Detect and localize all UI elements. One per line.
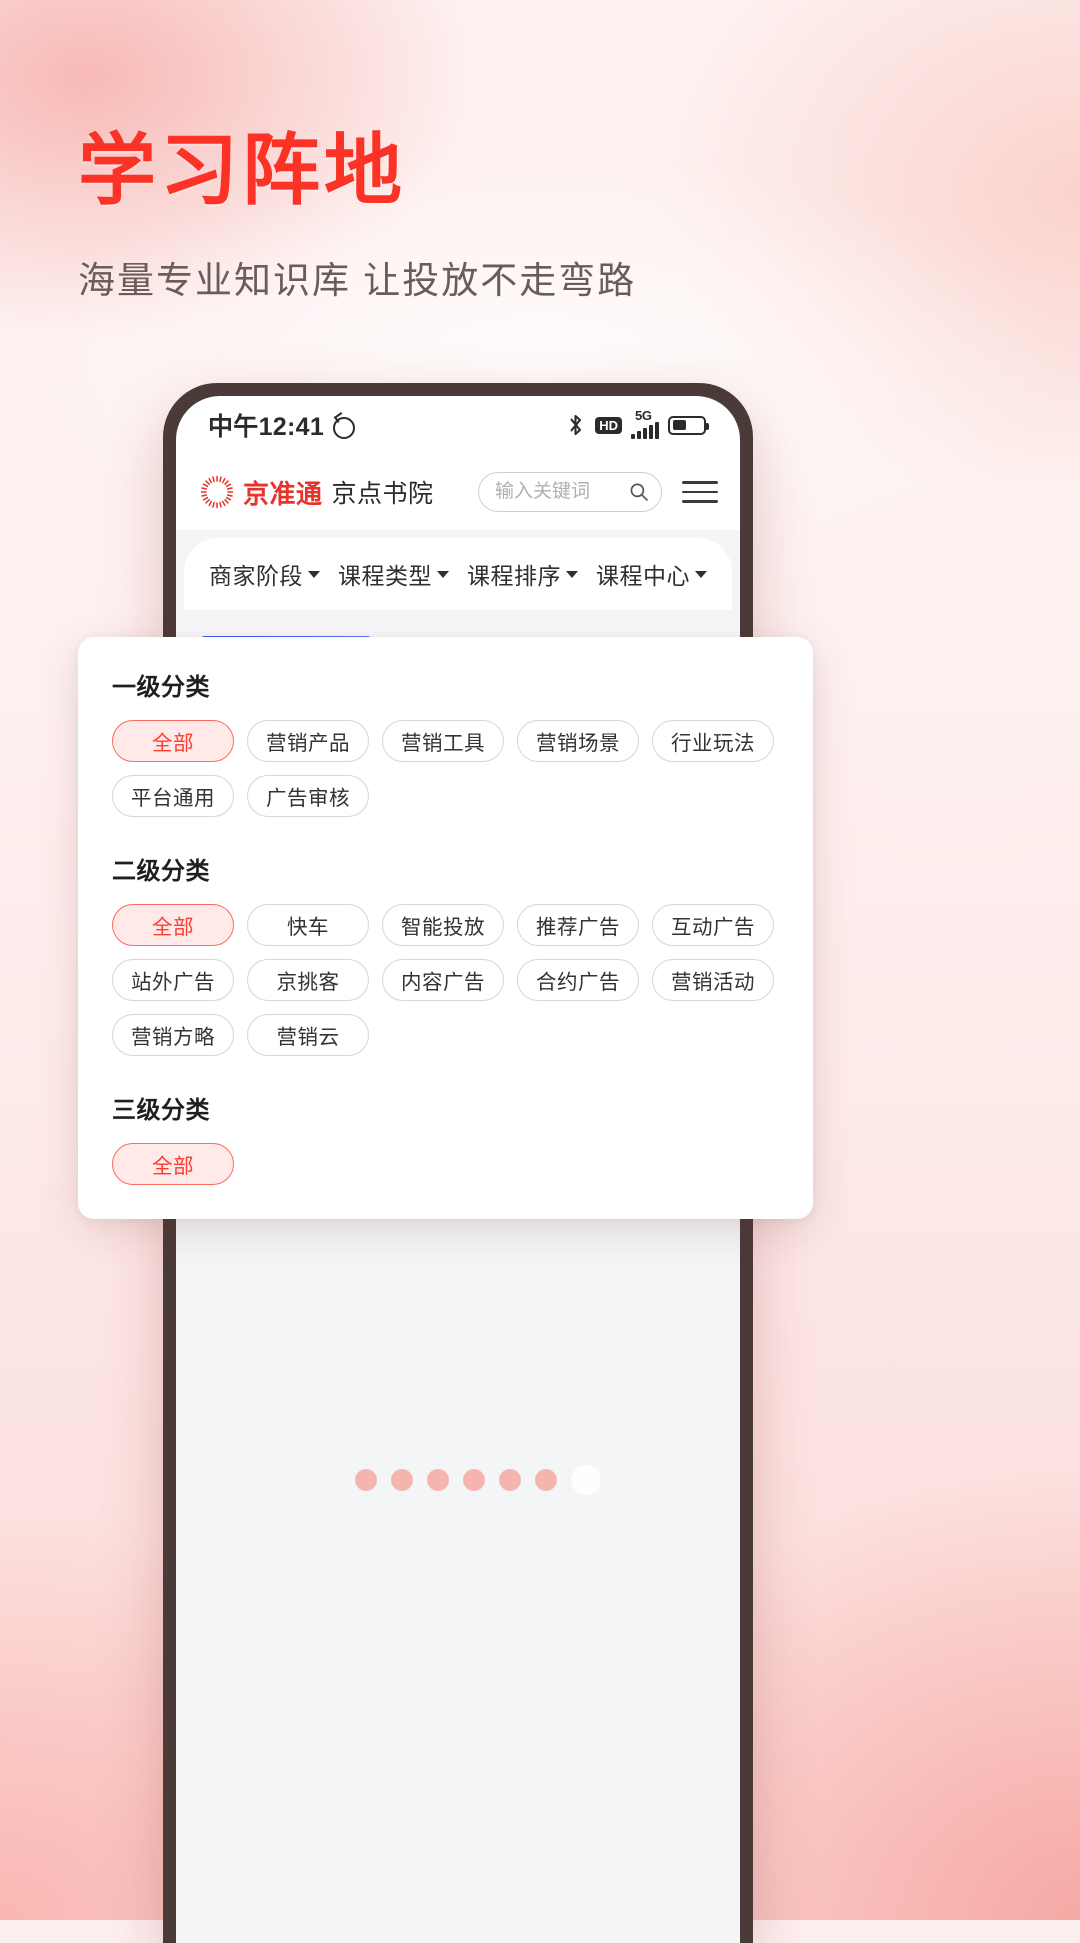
status-time: 中午12:41 [208, 413, 325, 441]
battery-icon [668, 415, 709, 435]
filter-tab-label: 课程类型 [338, 563, 432, 589]
filter-chip[interactable]: 平台通用 [112, 775, 234, 817]
page-title: 学习阵地 [78, 126, 407, 214]
filter-chip[interactable]: 内容广告 [382, 959, 504, 1001]
filter-chip[interactable]: 营销工具 [382, 720, 504, 762]
filter-chip[interactable]: 营销产品 [247, 720, 369, 762]
chip-group: 全部 [112, 1143, 779, 1185]
filter-chip-all[interactable]: 全部 [112, 1143, 234, 1185]
brand-name-primary: 京准通 [243, 478, 323, 509]
filter-bar-wrapper: 商家阶段 课程类型 课程排序 课程中心 [176, 530, 740, 610]
filter-chip[interactable]: 营销场景 [517, 720, 639, 762]
filter-chip[interactable]: 营销云 [247, 1014, 369, 1056]
section-title: 一级分类 [112, 674, 210, 701]
app-header: 京准通 京点书院 [176, 454, 740, 530]
filter-chip-all[interactable]: 全部 [112, 720, 234, 762]
filter-tab-merchant-stage[interactable]: 商家阶段 [209, 557, 320, 591]
chip-group: 全部 营销产品 营销工具 营销场景 行业玩法 平台通用 广告审核 [112, 720, 779, 817]
chevron-down-icon [308, 570, 320, 578]
filter-section-level3: 三级分类 全部 [112, 1090, 779, 1185]
pager-dot[interactable] [427, 1469, 449, 1491]
filter-tab-label: 课程排序 [467, 563, 561, 589]
bluetooth-icon [570, 414, 582, 436]
filter-chip-all[interactable]: 全部 [112, 904, 234, 946]
status-bar-left: 中午12:41 [208, 407, 356, 443]
pager-dot[interactable] [463, 1469, 485, 1491]
pager-dot[interactable] [499, 1469, 521, 1491]
hero-section: 学习阵地 海量专业知识库 让投放不走弯路 [78, 128, 958, 304]
filter-chip[interactable]: 站外广告 [112, 959, 234, 1001]
filter-chip[interactable]: 广告审核 [247, 775, 369, 817]
page-subtitle: 海量专业知识库 让投放不走弯路 [78, 260, 637, 302]
sunburst-logo-icon [200, 475, 234, 509]
filter-section-level2: 二级分类 全部 快车 智能投放 推荐广告 互动广告 站外广告 京挑客 内容广告 … [112, 851, 779, 1056]
search-input[interactable] [495, 481, 623, 503]
filter-chip[interactable]: 合约广告 [517, 959, 639, 1001]
filter-chip[interactable]: 推荐广告 [517, 904, 639, 946]
filter-tab-course-center[interactable]: 课程中心 [596, 557, 707, 591]
filter-dropdown-panel: 一级分类 全部 营销产品 营销工具 营销场景 行业玩法 平台通用 广告审核 二级… [78, 637, 813, 1219]
filter-tab-course-sort[interactable]: 课程排序 [467, 557, 578, 591]
filter-chip[interactable]: 智能投放 [382, 904, 504, 946]
filter-chip[interactable]: 行业玩法 [652, 720, 774, 762]
filter-tab-label: 课程中心 [596, 563, 690, 589]
hamburger-menu-icon[interactable] [682, 480, 718, 504]
filter-tab-label: 商家阶段 [209, 563, 303, 589]
chip-group: 全部 快车 智能投放 推荐广告 互动广告 站外广告 京挑客 内容广告 合约广告 … [112, 904, 779, 1056]
filter-tab-course-type[interactable]: 课程类型 [338, 557, 449, 591]
pager-dot[interactable] [355, 1469, 377, 1491]
pager-dot-active[interactable] [571, 1465, 601, 1495]
brand-name-secondary: 京点书院 [331, 480, 434, 508]
pager-dot[interactable] [535, 1469, 557, 1491]
filter-chip[interactable]: 快车 [247, 904, 369, 946]
filter-chip[interactable]: 互动广告 [652, 904, 774, 946]
filter-tab-bar: 商家阶段 课程类型 课程排序 课程中心 [184, 538, 732, 610]
chevron-down-icon [695, 570, 707, 578]
search-icon[interactable] [629, 482, 649, 502]
pager-dot[interactable] [391, 1469, 413, 1491]
status-bar: 中午12:41 HD 5G [176, 396, 740, 454]
filter-section-level1: 一级分类 全部 营销产品 营销工具 营销场景 行业玩法 平台通用 广告审核 [112, 667, 779, 817]
alarm-icon [331, 414, 356, 439]
section-title: 二级分类 [112, 858, 210, 885]
filter-chip[interactable]: 营销方略 [112, 1014, 234, 1056]
section-title: 三级分类 [112, 1097, 210, 1124]
hd-badge: HD [595, 416, 622, 434]
brand-logo: 京准通 京点书院 [200, 474, 434, 511]
carousel-pager[interactable] [355, 1465, 601, 1495]
search-box[interactable] [478, 472, 662, 512]
network-label: 5G [635, 408, 652, 423]
filter-chip[interactable]: 京挑客 [247, 959, 369, 1001]
filter-chip[interactable]: 营销活动 [652, 959, 774, 1001]
signal-bars-icon: 5G [631, 408, 659, 439]
chevron-down-icon [437, 570, 449, 578]
chevron-down-icon [566, 570, 578, 578]
status-bar-right: HD 5G [566, 408, 709, 439]
